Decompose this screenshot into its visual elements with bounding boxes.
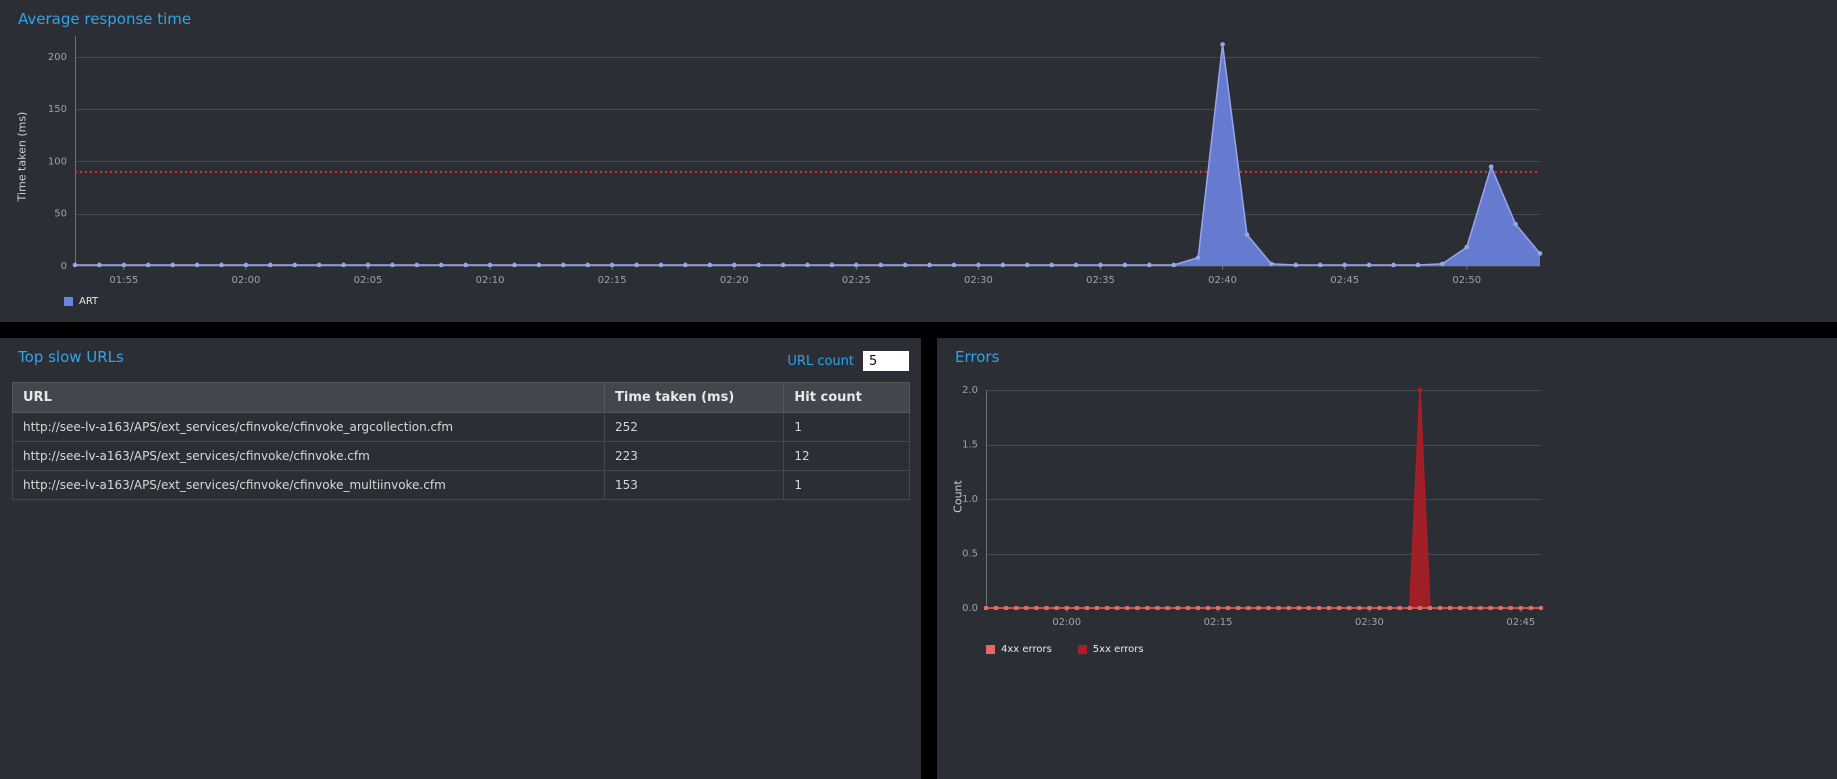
legend-label: ART [79, 296, 99, 307]
svg-text:02:00: 02:00 [232, 275, 261, 286]
url-count-control: URL count [787, 351, 909, 371]
time-cell: 153 [604, 470, 785, 500]
time-cell: 252 [604, 412, 785, 442]
svg-text:0.5: 0.5 [962, 549, 978, 560]
avg-response-chart[interactable]: 0 50 100 150 200 01:55 02:00 02:05 02:10 02:15 02:… [0, 24, 1560, 306]
svg-text:1.5: 1.5 [962, 440, 978, 451]
svg-text:50: 50 [54, 209, 67, 220]
svg-text:02:15: 02:15 [598, 275, 627, 286]
legend-label: 5xx errors [1092, 644, 1144, 655]
svg-text:01:55: 01:55 [109, 275, 138, 286]
column-header-hits: Hit count [783, 382, 910, 413]
avg-response-panel: Average response time Time taken (ms) 05… [0, 0, 1837, 322]
legend-item-5xx-errors[interactable]: 5xx errors [1077, 644, 1144, 655]
time-cell: 223 [604, 441, 785, 471]
top-slow-urls-title: Top slow URLs [18, 348, 124, 366]
column-header-url: URL [11, 382, 606, 413]
svg-text:200: 200 [48, 52, 67, 63]
errors-chart-svg: 0.0 0.5 1.0 1.5 2.0 02:00 02:15 02:30 02:45 [962, 385, 1543, 628]
art-legend: ART [64, 296, 98, 307]
svg-text:0.0: 0.0 [962, 603, 978, 614]
table-row: http://see-lv-a163/APS/ext_services/cfin… [11, 441, 910, 471]
svg-text:02:25: 02:25 [842, 275, 871, 286]
avg-response-chart-svg: 0 50 100 150 200 01:55 02:00 02:05 02:10 02:15 02:… [48, 36, 1543, 286]
table-row: http://see-lv-a163/APS/ext_services/cfin… [11, 412, 910, 442]
svg-text:02:40: 02:40 [1208, 275, 1237, 286]
svg-text:02:45: 02:45 [1330, 275, 1359, 286]
svg-text:02:00: 02:00 [1052, 617, 1081, 628]
url-cell: http://see-lv-a163/APS/ext_services/cfin… [11, 412, 606, 442]
svg-text:02:30: 02:30 [1355, 617, 1384, 628]
svg-text:02:30: 02:30 [964, 275, 993, 286]
table-row: http://see-lv-a163/APS/ext_services/cfin… [11, 470, 910, 500]
svg-text:02:20: 02:20 [720, 275, 749, 286]
svg-text:0: 0 [61, 261, 67, 272]
url-count-label: URL count [787, 353, 854, 369]
errors-legend: 4xx errors 5xx errors [986, 644, 1144, 655]
url-cell: http://see-lv-a163/APS/ext_services/cfin… [11, 470, 606, 500]
svg-text:02:10: 02:10 [476, 275, 505, 286]
svg-text:02:50: 02:50 [1452, 275, 1481, 286]
errors-title: Errors [955, 348, 1000, 366]
monitoring-dashboard: Average response time Time taken (ms) 05… [0, 0, 1837, 779]
svg-text:2.0: 2.0 [962, 385, 978, 396]
svg-text:100: 100 [48, 156, 67, 167]
svg-text:150: 150 [48, 104, 67, 115]
hits-cell: 1 [783, 412, 910, 442]
url-count-input[interactable] [863, 351, 909, 371]
table-header-row: URL Time taken (ms) Hit count [11, 382, 910, 413]
hits-cell: 12 [783, 441, 910, 471]
legend-item-4xx-errors[interactable]: 4xx errors [986, 644, 1052, 655]
hits-cell: 1 [783, 470, 910, 500]
url-cell: http://see-lv-a163/APS/ext_services/cfin… [11, 441, 606, 471]
svg-text:02:45: 02:45 [1506, 617, 1535, 628]
svg-text:02:05: 02:05 [354, 275, 383, 286]
legend-swatch [986, 645, 995, 654]
errors-panel: Errors Count 0.0 0.5 1.0 1.5 2.0 02:00 02:15 02… [937, 338, 1837, 779]
legend-swatch [1077, 645, 1087, 654]
column-header-time: Time taken (ms) [604, 382, 785, 413]
legend-swatch [64, 297, 73, 306]
legend-item-art[interactable]: ART [64, 296, 98, 307]
errors-chart[interactable]: 0.0 0.5 1.0 1.5 2.0 02:00 02:15 02:30 02:45 [937, 382, 1817, 644]
legend-label: 4xx errors [1001, 644, 1052, 655]
svg-text:02:35: 02:35 [1086, 275, 1115, 286]
svg-text:1.0: 1.0 [962, 494, 978, 505]
svg-text:02:15: 02:15 [1204, 617, 1233, 628]
top-slow-urls-panel: Top slow URLs URL count URL Time taken (… [0, 338, 921, 779]
slow-urls-table: URL Time taken (ms) Hit count http://see… [11, 382, 910, 500]
